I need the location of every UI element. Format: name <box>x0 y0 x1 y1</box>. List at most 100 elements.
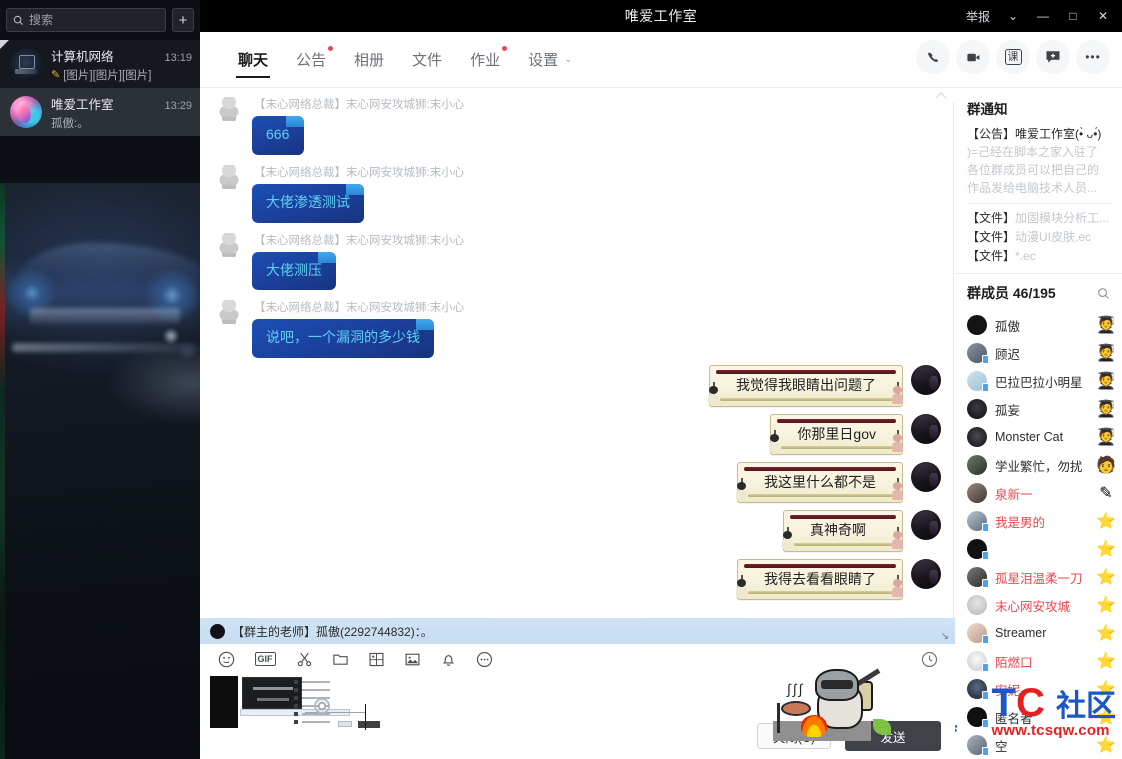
message-bubble[interactable]: 说吧，一个漏洞的多少钱 <box>252 319 434 359</box>
screenshot-scissors-icon[interactable] <box>294 649 314 669</box>
message-self: 我这里什么都不是 <box>214 461 941 504</box>
message-bubble[interactable]: 我觉得我眼睛出问题了 <box>708 365 903 407</box>
avatar[interactable] <box>911 365 941 396</box>
pasted-image-thumbnail[interactable] <box>210 676 380 732</box>
member-row[interactable]: 孤妄 🧑‍🎓 <box>955 395 1122 423</box>
class-icon[interactable]: 课 <box>996 40 1030 74</box>
member-row[interactable]: 孤星泪温柔一刀 ⭐ <box>955 563 1122 591</box>
chat-list-item-jisuanjiwangluo[interactable]: 计算机网络 13:19 ✎ [图片][图片][图片] <box>0 40 200 88</box>
add-button[interactable]: + <box>172 8 194 32</box>
avatar[interactable] <box>911 461 941 492</box>
group-file-item[interactable]: 【文件】加固模块分析工... <box>955 209 1122 228</box>
report-button[interactable]: 举报 <box>958 0 998 32</box>
phone-icon[interactable] <box>916 40 950 74</box>
member-row[interactable]: 安妮 ⭐ <box>955 675 1122 703</box>
mobile-online-icon <box>982 383 989 392</box>
message-other: 【末心网络总裁】末心网安攻城狮:末小心 说吧，一个漏洞的多少钱 <box>214 297 941 359</box>
tab-files[interactable]: 文件 <box>398 32 456 88</box>
member-nickname: 我是男的 <box>995 515 1046 530</box>
chat-name: 唯爱工作室 <box>51 97 114 112</box>
member-nickname: 巴拉巴拉小明星 <box>995 375 1083 390</box>
tab-label: 设置 <box>528 52 559 69</box>
message-bubble[interactable]: 真神奇啊 <box>782 510 905 552</box>
message-bubble[interactable]: 你那里日gov <box>768 413 903 455</box>
minimize-button[interactable]: — <box>1028 0 1058 32</box>
member-row[interactable]: 匿名者 ⭐ <box>955 703 1122 731</box>
member-row[interactable]: 泉新一 ✎ <box>955 479 1122 507</box>
header-action-icons: 课 ••• <box>916 40 1110 74</box>
avatar[interactable] <box>214 94 244 124</box>
more-icon[interactable]: ••• <box>1076 40 1110 74</box>
member-row[interactable]: 孤傲 🧑‍🎓 <box>955 311 1122 339</box>
banner-left-figure <box>768 429 782 452</box>
tab-homework[interactable]: 作业 <box>456 32 514 88</box>
group-notice-body[interactable]: 【公告】唯爱工作室(•̀ ᴗ•́) )=己经在脚本之家入驻了 各位群成员可以把自… <box>955 125 1122 197</box>
tab-chat[interactable]: 聊天 <box>224 32 282 88</box>
bell-icon[interactable] <box>438 649 458 669</box>
tab-announcement[interactable]: 公告 <box>282 32 340 88</box>
avatar <box>967 623 989 644</box>
right-panel: 群通知 【公告】唯爱工作室(•̀ ᴗ•́) )=己经在脚本之家入驻了 各位群成员… <box>955 88 1122 759</box>
search-box[interactable] <box>6 8 166 32</box>
avatar[interactable] <box>214 161 244 192</box>
video-call-icon[interactable] <box>956 40 990 74</box>
avatar[interactable] <box>911 510 941 541</box>
message-bubble[interactable]: 大佬渗透测试 <box>252 183 364 223</box>
member-row[interactable]: 空 ⭐ <box>955 731 1122 759</box>
group-file-item[interactable]: 【文件】*.ec <box>955 247 1122 266</box>
message-list[interactable]: 【末心网络总裁】末心网安攻城狮:末小心 666 【末心网络总裁】末心网安攻城狮:… <box>200 88 955 618</box>
avatar[interactable] <box>911 413 941 444</box>
member-row[interactable]: 陌燃口 ⭐ <box>955 647 1122 675</box>
member-row[interactable]: 末心网安攻城 ⭐ <box>955 591 1122 619</box>
member-row[interactable]: Monster Cat 🧑‍🎓 <box>955 423 1122 451</box>
emoji-icon[interactable] <box>216 649 236 669</box>
maximize-button[interactable]: □ <box>1058 0 1088 32</box>
image-icon[interactable] <box>402 649 422 669</box>
avatar <box>967 511 989 532</box>
avatar <box>967 399 987 419</box>
search-icon[interactable] <box>1097 287 1110 300</box>
message-bubble[interactable]: 666 <box>252 116 304 155</box>
chat-time: 13:29 <box>164 99 192 112</box>
member-row[interactable]: 顾迟 🧑‍🎓 <box>955 339 1122 367</box>
card-icon[interactable] <box>366 649 386 669</box>
resize-handle-icon[interactable]: ↘ <box>941 631 949 642</box>
reply-quote-bar[interactable]: 【群主的老师】孤傲(2292744832)：。 ↘ <box>200 618 955 644</box>
member-list[interactable]: 孤傲 🧑‍🎓 顾迟 🧑‍🎓 巴拉巴拉小明星 🧑‍🎓 孤妄 🧑‍🎓 Monster Cat… <box>955 311 1122 759</box>
member-row[interactable]: Streamer ⭐ <box>955 619 1122 647</box>
avatar <box>967 595 987 615</box>
tab-label: 公告 <box>296 52 327 69</box>
send-button[interactable]: 发送 <box>845 721 941 751</box>
tab-settings[interactable]: 设置 ⌄ <box>514 32 586 88</box>
avatar[interactable] <box>214 297 244 328</box>
message-bubble[interactable]: 大佬测压 <box>252 251 336 291</box>
notification-dot <box>502 45 508 51</box>
search-input[interactable] <box>29 13 159 27</box>
member-row[interactable]: ⭐ <box>955 535 1122 563</box>
chat-pane: 【末心网络总裁】末心网安攻城狮:末小心 666 【末心网络总裁】末心网安攻城狮:… <box>200 88 955 759</box>
avatar[interactable] <box>214 229 244 260</box>
folder-icon[interactable] <box>330 649 350 669</box>
avatar[interactable] <box>911 558 941 589</box>
banner-right-figure <box>891 526 905 549</box>
chevron-down-icon[interactable]: ⌄ <box>998 0 1028 32</box>
member-row[interactable]: 巴拉巴拉小明星 🧑‍🎓 <box>955 367 1122 395</box>
banner-left-figure <box>735 575 749 598</box>
message-bubble[interactable]: 我得去看看眼睛了 <box>735 558 903 601</box>
member-row[interactable]: 学业繁忙，勿扰 🧑 <box>955 451 1122 479</box>
badge-star-icon: ⭐ <box>1096 625 1116 642</box>
banner-right-figure <box>891 478 905 501</box>
gif-icon[interactable]: GIF <box>252 649 278 669</box>
close-button[interactable]: ✕ <box>1088 0 1118 32</box>
more-tools-icon[interactable] <box>474 649 494 669</box>
sender-name: 【末心网络总裁】末心网安攻城狮:末小心 <box>254 234 465 247</box>
chat-list-item-weiaigongzuoshi[interactable]: 唯爱工作室 13:29 孤傲:。 <box>0 88 200 136</box>
member-row[interactable]: 我是男的 ⭐ <box>955 507 1122 535</box>
group-file-item[interactable]: 【文件】动漫UI皮肤.ec <box>955 228 1122 247</box>
badge-star-icon: ⭐ <box>1096 681 1116 698</box>
message-bubble[interactable]: 我这里什么都不是 <box>736 461 905 504</box>
add-chat-icon[interactable] <box>1036 40 1070 74</box>
clock-icon[interactable] <box>919 649 939 669</box>
tab-album[interactable]: 相册 <box>340 32 398 88</box>
close-button[interactable]: 关闭(C) <box>757 723 831 749</box>
